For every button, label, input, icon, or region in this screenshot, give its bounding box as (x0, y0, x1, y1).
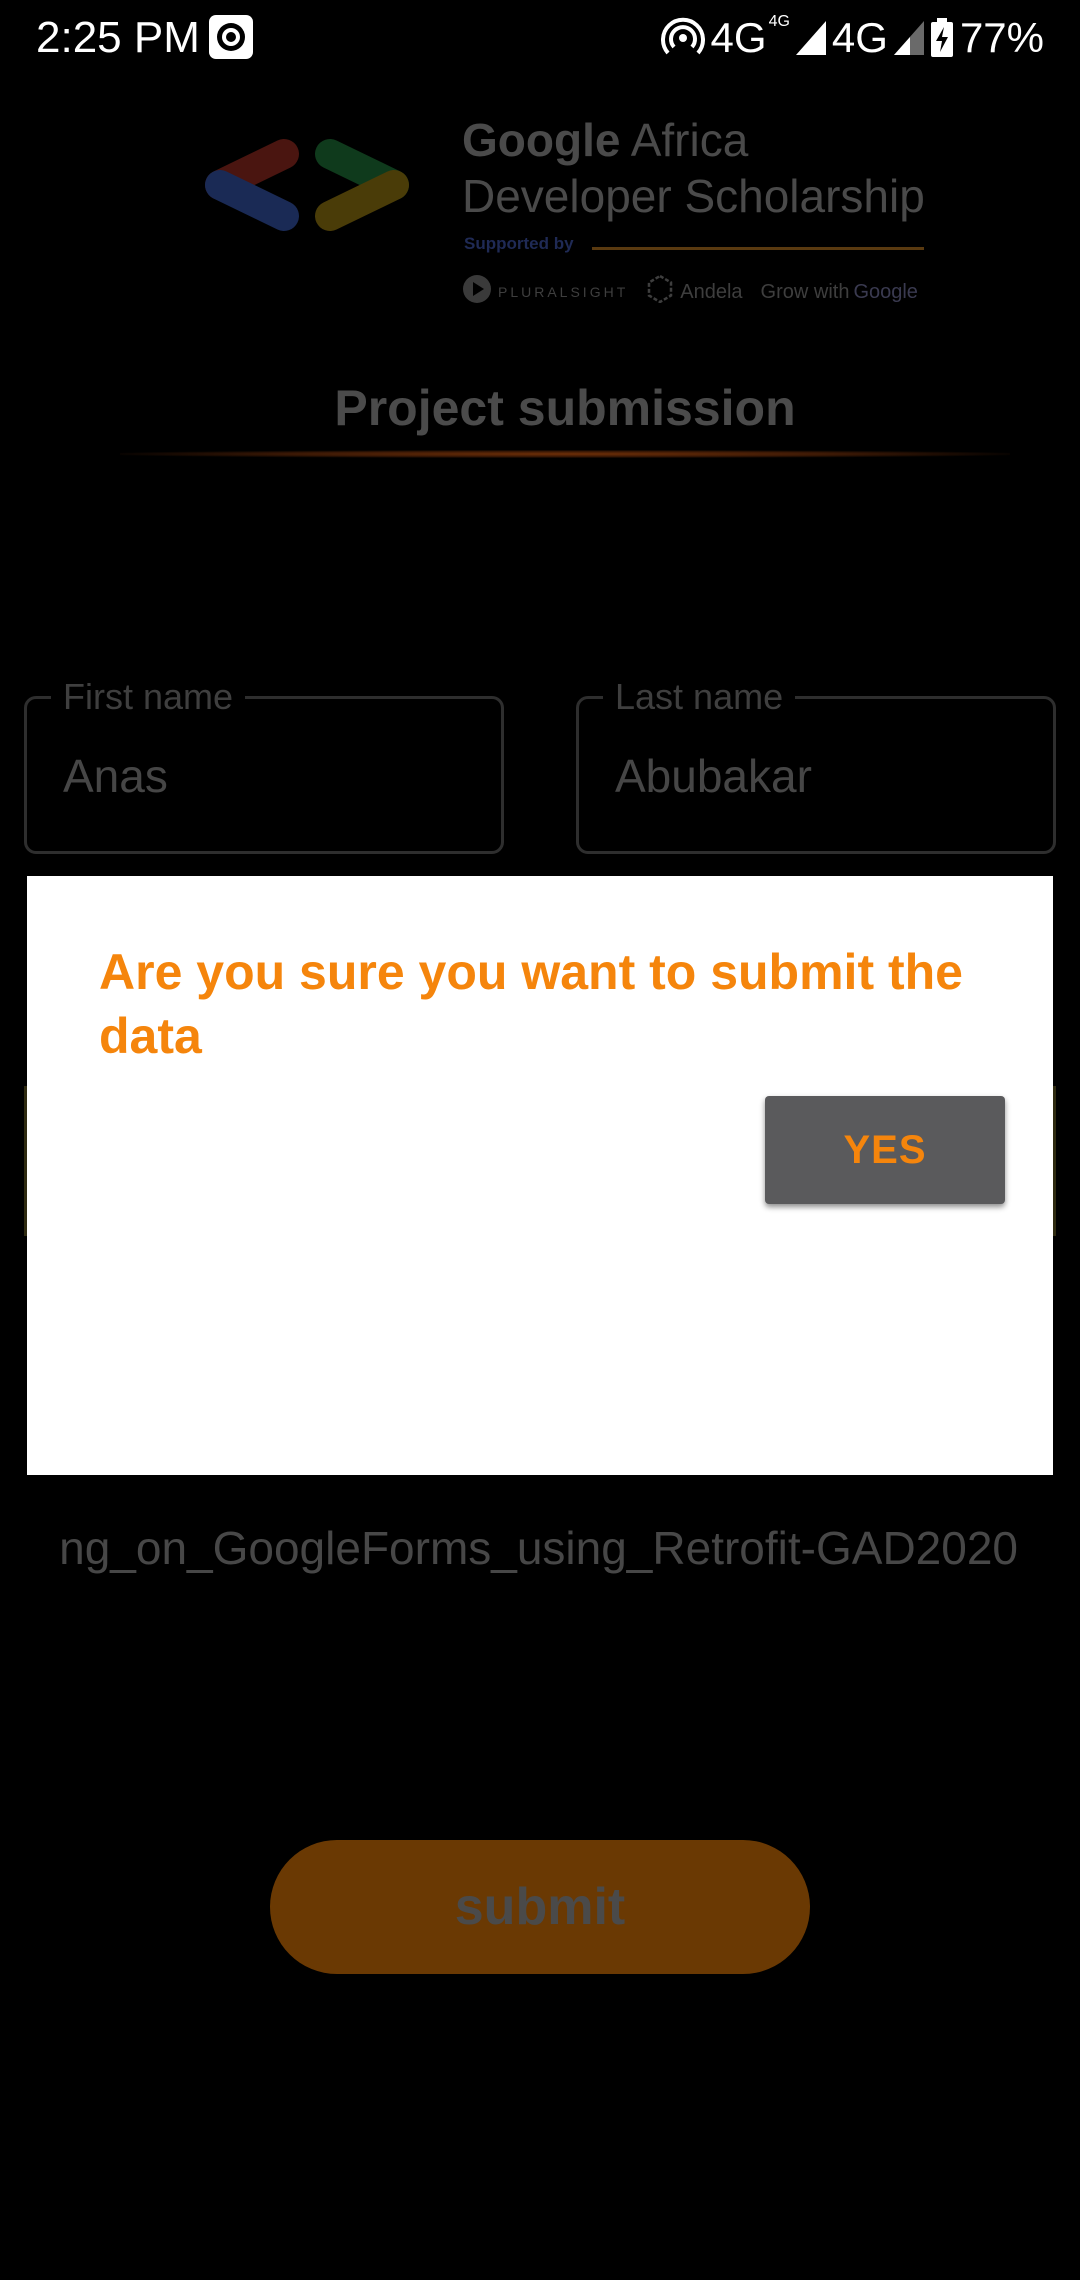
first-name-label: First name (51, 677, 246, 717)
title-underline (120, 450, 1010, 458)
grow-with-label: Grow with (760, 280, 850, 303)
github-link-field[interactable]: ng_on_GoogleForms_using_Retrofit-GAD2020 (0, 1516, 1080, 1586)
brand-africa: Africa (630, 114, 749, 166)
submit-button[interactable]: submit (270, 1840, 810, 1974)
status-indicators: 4G 4G 4G 77% (660, 10, 1044, 66)
gads-logo-icon (196, 130, 418, 240)
battery-charging-icon (930, 18, 954, 58)
grow-with-google-logo: Grow with Google (761, 281, 918, 304)
partner-logos: PLURALSIGHT Andela Grow with Google (462, 272, 942, 312)
pluralsight-icon (462, 274, 492, 310)
brand-subtitle: Developer Scholarship (462, 170, 925, 222)
divider (592, 247, 924, 250)
yes-button[interactable]: YES (765, 1096, 1005, 1204)
camera-record-icon (208, 14, 254, 60)
signal-weak-icon (893, 21, 924, 55)
status-time: 2:25 PM (36, 13, 200, 62)
first-name-field[interactable]: First name Anas (24, 677, 504, 854)
page-title: Project submission (334, 380, 796, 436)
brand-title: Google Africa (462, 112, 942, 168)
battery-percent: 77% (959, 14, 1044, 61)
status-bar: 2:25 PM 4G 4G 4G 77% (0, 0, 1080, 76)
grow-google-label: Google (853, 280, 918, 303)
network-type-1-sup: 4G (768, 13, 790, 30)
network-type-1: 4G (710, 14, 767, 61)
pluralsight-label: PLURALSIGHT (498, 284, 629, 300)
last-name-value[interactable]: Abubakar (615, 749, 812, 803)
last-name-field[interactable]: Last name Abubakar (576, 677, 1056, 854)
pluralsight-logo: PLURALSIGHT (462, 274, 628, 310)
signal-icon (795, 21, 826, 55)
andela-logo: Andela (646, 274, 743, 309)
first-name-value[interactable]: Anas (63, 749, 168, 803)
andela-icon (646, 274, 674, 309)
confirm-dialog: Are you sure you want to submit the data… (27, 876, 1053, 1475)
last-name-label: Last name (603, 677, 796, 717)
supported-by-label: Supported by (464, 234, 574, 253)
brand-block: Google Africa Developer Scholarship Supp… (462, 112, 942, 312)
andela-label: Andela (680, 280, 743, 303)
hotspot-icon (660, 16, 705, 60)
brand-google: Google (462, 114, 621, 166)
network-type-2: 4G (831, 14, 888, 61)
supported-by-row: Supported by (462, 230, 942, 266)
dialog-message: Are you sure you want to submit the data (99, 944, 963, 1064)
github-link-value[interactable]: ng_on_GoogleForms_using_Retrofit-GAD2020 (59, 1516, 1018, 1580)
